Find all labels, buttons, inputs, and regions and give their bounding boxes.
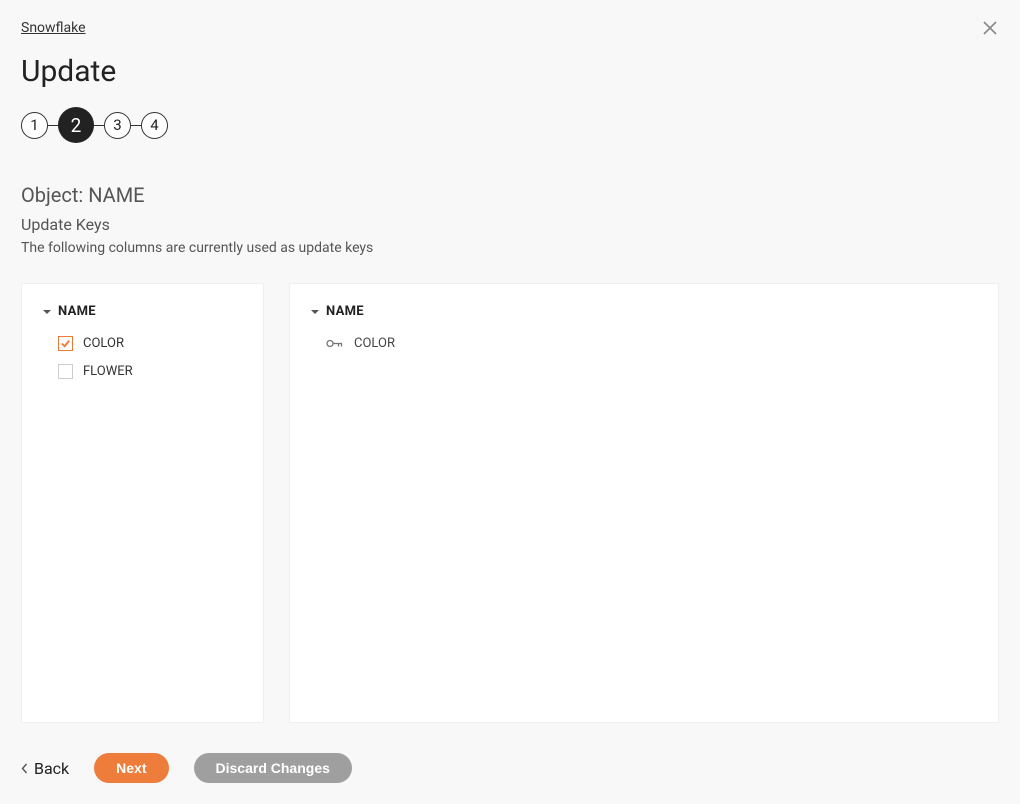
description: The following columns are currently used… bbox=[0, 234, 1020, 256]
column-label: COLOR bbox=[83, 336, 124, 351]
columns-panel: NAME COLOR FLOWER bbox=[21, 283, 264, 723]
step-3[interactable]: 3 bbox=[104, 112, 131, 139]
tree-group-label: NAME bbox=[58, 304, 96, 319]
discard-button[interactable]: Discard Changes bbox=[194, 753, 352, 783]
tree-group-header[interactable]: NAME bbox=[290, 304, 998, 329]
keys-panel: NAME COLOR bbox=[289, 283, 999, 723]
chevron-down-icon bbox=[310, 307, 320, 317]
column-item-flower[interactable]: FLOWER bbox=[22, 357, 263, 385]
column-label: FLOWER bbox=[83, 364, 133, 379]
step-connector bbox=[94, 125, 104, 126]
checkbox-checked-icon[interactable] bbox=[58, 336, 73, 351]
tree-group-label: NAME bbox=[326, 304, 364, 319]
key-label: COLOR bbox=[354, 336, 395, 351]
checkbox-unchecked-icon[interactable] bbox=[58, 364, 73, 379]
step-2[interactable]: 2 bbox=[58, 107, 94, 143]
back-label: Back bbox=[34, 759, 69, 778]
page-title: Update bbox=[0, 36, 1020, 89]
section-title: Object: NAME bbox=[0, 143, 1020, 207]
step-connector bbox=[48, 125, 58, 126]
next-button[interactable]: Next bbox=[94, 753, 168, 783]
step-4[interactable]: 4 bbox=[141, 112, 168, 139]
key-item-color: COLOR bbox=[290, 329, 998, 357]
key-icon bbox=[326, 338, 343, 349]
step-connector bbox=[131, 125, 141, 126]
step-1[interactable]: 1 bbox=[21, 112, 48, 139]
chevron-down-icon bbox=[42, 307, 52, 317]
close-icon[interactable] bbox=[982, 20, 998, 36]
column-item-color[interactable]: COLOR bbox=[22, 329, 263, 357]
breadcrumb-link[interactable]: Snowflake bbox=[21, 20, 86, 36]
tree-group-header[interactable]: NAME bbox=[22, 304, 263, 329]
subtitle: Update Keys bbox=[0, 207, 1020, 234]
chevron-left-icon bbox=[21, 763, 28, 774]
stepper: 1 2 3 4 bbox=[0, 89, 1020, 143]
back-button[interactable]: Back bbox=[21, 759, 69, 778]
